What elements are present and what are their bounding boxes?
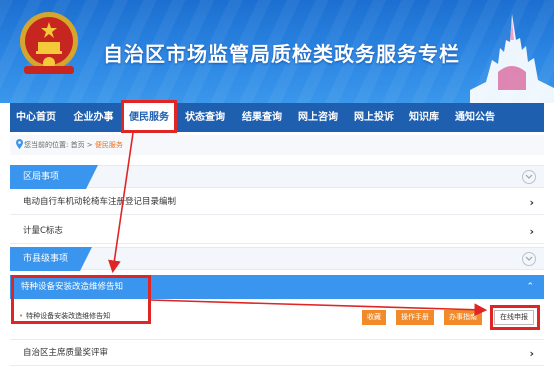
nav-item-online-complaint[interactable]: 网上投诉	[347, 103, 401, 132]
list-item-label: 电动自行车机动轮椅车注册登记目录编制	[23, 197, 177, 207]
service-guide-button[interactable]: 办事指南	[444, 310, 482, 325]
chevron-right-icon: ›	[529, 196, 534, 209]
header-banner: 自治区市场监管局质检类政务服务专栏	[0, 0, 554, 103]
banner-title: 自治区市场监管局质检类政务服务专栏	[103, 42, 460, 66]
highlight-box-item	[11, 275, 151, 324]
chevron-up-icon: ⌃	[526, 282, 534, 292]
location-pin-icon	[16, 139, 23, 149]
highlight-box-apply	[490, 305, 540, 330]
list-item[interactable]: 电动自行车机动轮椅车注册登记目录编制 ›	[10, 190, 544, 215]
nav-item-status-query[interactable]: 状态查询	[178, 103, 232, 132]
list-item[interactable]: 计量C标志 ›	[10, 219, 544, 244]
section-tab-label: 区局事项	[10, 165, 98, 189]
highlight-box-nav	[121, 100, 177, 133]
nav-item-knowledge-base[interactable]: 知识库	[403, 103, 445, 132]
national-emblem-icon	[20, 12, 78, 74]
section-header-city-county[interactable]: 市县级事项	[10, 247, 544, 271]
chevron-down-icon[interactable]	[522, 170, 536, 184]
chevron-right-icon: ›	[529, 225, 534, 238]
breadcrumb-prefix: 您当前的位置: 首页 >	[24, 141, 95, 149]
nav-item-result-query[interactable]: 结果查询	[235, 103, 289, 132]
list-item-label: 计量C标志	[23, 226, 63, 236]
chevron-right-icon: ›	[529, 347, 534, 360]
main-nav: 中心首页 企业办事 便民服务 状态查询 结果查询 网上咨询 网上投诉 知识库 通…	[10, 103, 544, 132]
section-header-district[interactable]: 区局事项	[10, 165, 544, 189]
nav-item-business[interactable]: 企业办事	[65, 103, 122, 132]
breadcrumb: 您当前的位置: 首页 > 便民服务	[10, 135, 544, 155]
nanning-convention-center-icon	[470, 14, 554, 103]
chevron-down-icon[interactable]	[522, 252, 536, 266]
operation-manual-button[interactable]: 操作手册	[396, 310, 434, 325]
favorite-button[interactable]: 收藏	[362, 310, 386, 325]
nav-item-home[interactable]: 中心首页	[10, 103, 62, 132]
nav-item-online-consult[interactable]: 网上咨询	[291, 103, 345, 132]
section-tab-label: 市县级事项	[10, 247, 92, 271]
list-item-label: 自治区主席质量奖评审	[23, 348, 109, 358]
list-item[interactable]: 自治区主席质量奖评审 ›	[10, 341, 544, 366]
nav-item-announcements[interactable]: 通知公告	[448, 103, 502, 132]
breadcrumb-current[interactable]: 便民服务	[95, 141, 123, 149]
page-root: 自治区市场监管局质检类政务服务专栏 中心首页 企业办事 便民服务 状态查询 结果…	[0, 0, 554, 369]
